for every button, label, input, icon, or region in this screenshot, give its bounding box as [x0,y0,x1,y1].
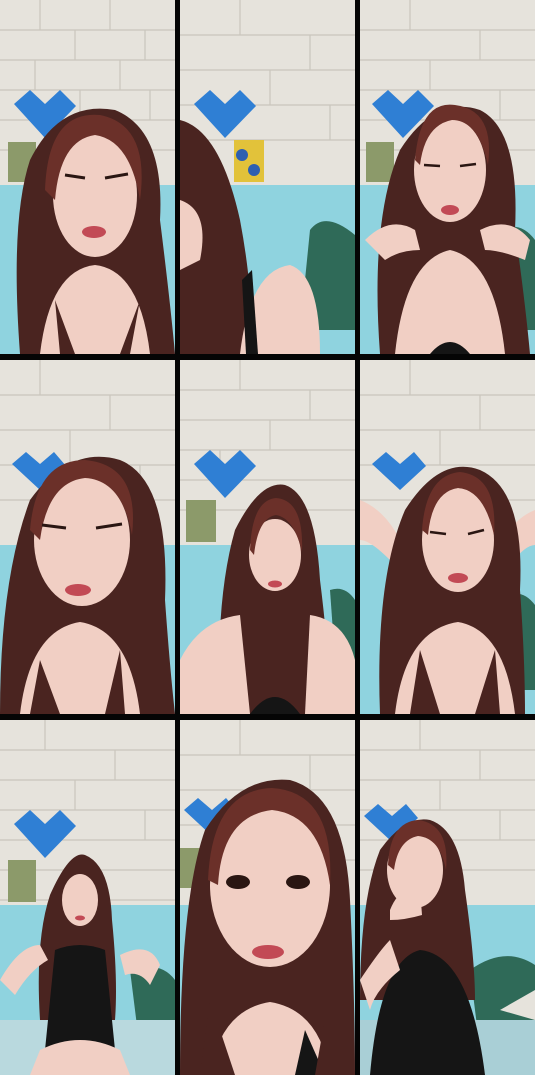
photo-frame-3 [360,0,535,354]
photo-frame-9 [360,720,535,1075]
photo-frame-2 [180,0,355,354]
photo-frame-7 [0,720,175,1075]
photo-frame-4 [0,360,175,714]
photo-frame-6 [360,360,535,714]
photo-frame-8 [180,720,355,1075]
photo-collage-grid [0,0,535,1075]
photo-frame-5 [180,360,355,714]
photo-frame-1 [0,0,175,354]
